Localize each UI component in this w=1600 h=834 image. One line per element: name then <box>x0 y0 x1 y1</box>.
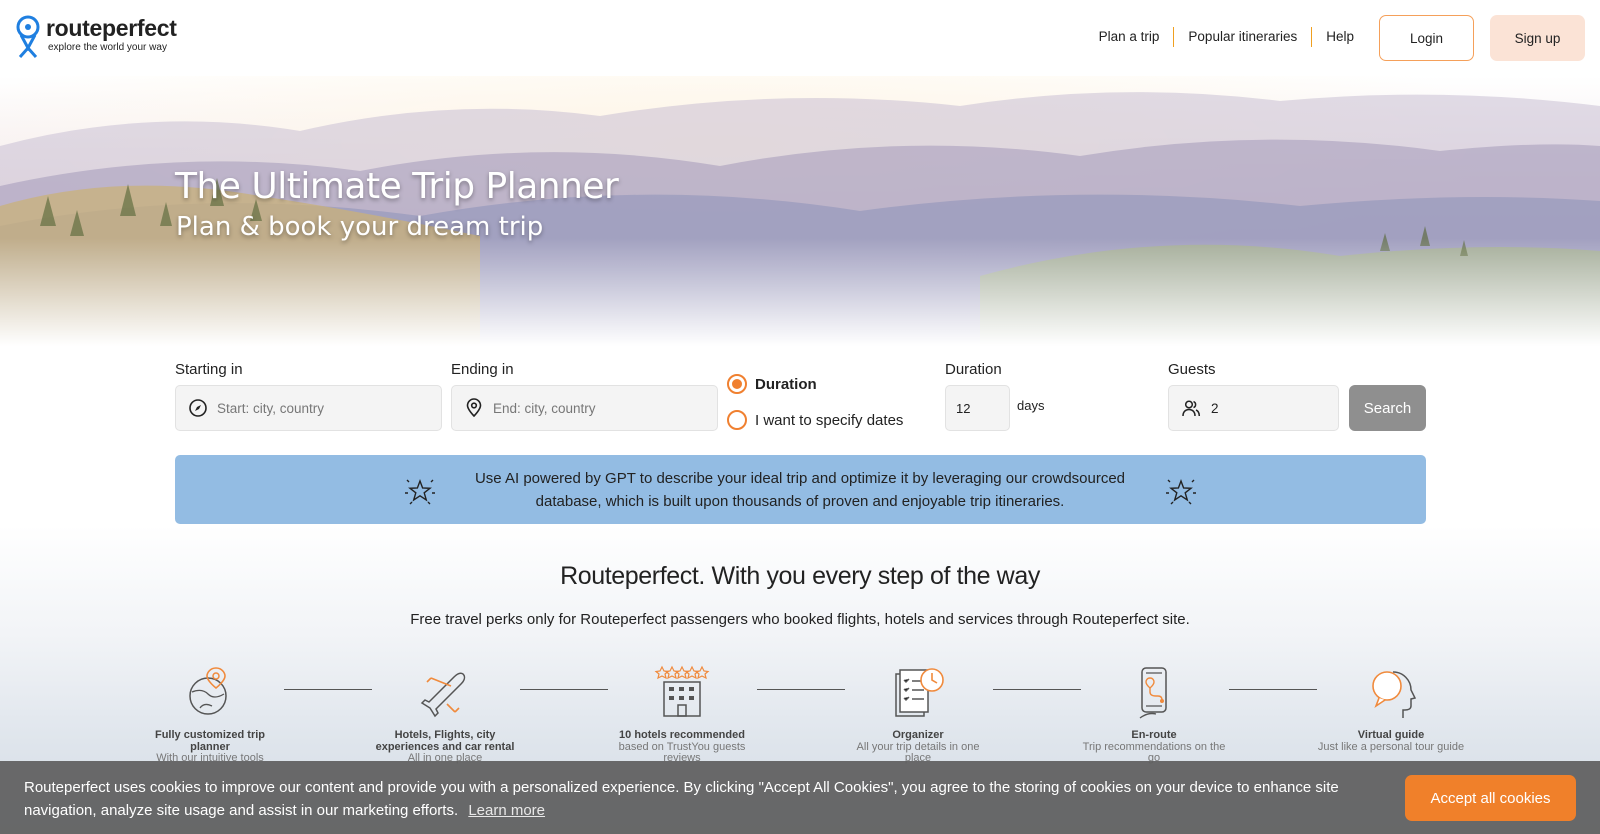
end-location-placeholder: End: city, country <box>493 400 596 416</box>
cookie-message: Routeperfect uses cookies to improve our… <box>24 779 1339 819</box>
learn-more-link[interactable]: Learn more <box>468 802 545 819</box>
perk-name: 10 hotels recommended <box>619 729 745 741</box>
end-location-input[interactable]: End: city, country <box>451 385 718 431</box>
perk-name: Virtual guide <box>1357 729 1425 741</box>
duration-unit: days <box>1017 398 1045 413</box>
main-nav: Plan a trip Popular itineraries Help <box>1085 27 1368 47</box>
radio-unselected[interactable] <box>727 410 747 430</box>
perks-title: Routeperfect. With you every step of the… <box>560 562 1040 590</box>
perk-connector-line <box>284 689 372 690</box>
guests-input[interactable]: 2 <box>1168 385 1339 431</box>
duration-input[interactable]: 12 <box>945 385 1010 431</box>
perk-item: Organizer All your trip details in one p… <box>843 664 993 765</box>
start-location-placeholder: Start: city, country <box>217 400 325 416</box>
nav-popular-itineraries[interactable]: Popular itineraries <box>1174 27 1311 47</box>
perk-item: En-route Trip recommendations on the go <box>1079 664 1229 765</box>
accept-cookies-button[interactable]: Accept all cookies <box>1405 775 1576 821</box>
hero-banner: The Ultimate Trip Planner Plan & book yo… <box>0 76 1600 346</box>
perk-item: Fully customized trip planner With our i… <box>135 664 285 765</box>
perk-name: Organizer <box>892 729 944 741</box>
guests-label: Guests <box>1168 361 1216 378</box>
perk-name: Fully customized trip planner <box>154 729 265 753</box>
hero-title: The Ultimate Trip Planner <box>175 166 619 207</box>
start-location-input[interactable]: Start: city, country <box>175 385 442 431</box>
users-icon <box>1182 400 1201 417</box>
sparkle-star-icon <box>1166 478 1196 505</box>
sparkle-star-icon <box>405 478 435 505</box>
perk-item: Hotels, Flights, city experiences and ca… <box>370 664 520 765</box>
mountain-landscape-image <box>0 76 1600 346</box>
phone-route-icon <box>1139 667 1167 719</box>
starting-in-label: Starting in <box>175 361 243 378</box>
site-header: routeperfect explore the world your way … <box>0 0 1600 76</box>
perks-subtitle: Free travel perks only for Routeperfect … <box>410 611 1190 628</box>
perk-name: Hotels, Flights, city experiences and ca… <box>375 729 515 753</box>
duration-radio-label: Duration <box>755 375 817 393</box>
duration-value: 12 <box>956 400 971 416</box>
perk-item: 10 hotels recommended based on TrustYou … <box>607 664 757 765</box>
duration-label: Duration <box>945 361 1002 378</box>
ending-in-label: Ending in <box>451 361 514 378</box>
ai-banner-text: Use AI powered by GPT to describe your i… <box>474 470 1126 510</box>
location-pin-icon <box>16 15 40 58</box>
compass-icon <box>189 399 207 417</box>
guests-value: 2 <box>1211 400 1219 416</box>
perk-description: Just like a personal tour guide <box>1317 740 1465 753</box>
perk-connector-line <box>993 689 1081 690</box>
cookie-banner: Routeperfect uses cookies to improve our… <box>0 761 1600 834</box>
logo-name: routeperfect <box>46 15 177 41</box>
perk-connector-line <box>757 689 845 690</box>
map-pin-icon <box>466 398 482 418</box>
perk-connector-line <box>520 689 608 690</box>
logo[interactable]: routeperfect explore the world your way <box>14 15 177 59</box>
organizer-clock-icon <box>895 668 944 717</box>
ai-trip-banner[interactable]: Use AI powered by GPT to describe your i… <box>175 455 1426 524</box>
cookie-text-block: Routeperfect uses cookies to improve our… <box>24 776 1364 822</box>
specify-dates-radio-option[interactable]: I want to specify dates <box>727 410 903 430</box>
nav-plan-a-trip[interactable]: Plan a trip <box>1085 27 1174 47</box>
perk-connector-line <box>1229 689 1317 690</box>
globe-pin-icon <box>189 667 227 715</box>
hotel-stars-icon <box>654 665 710 717</box>
nav-help[interactable]: Help <box>1312 27 1368 47</box>
duration-radio-option[interactable]: Duration <box>727 374 817 394</box>
hero-subtitle: Plan & book your dream trip <box>176 212 544 242</box>
radio-selected[interactable] <box>727 374 747 394</box>
perk-name: En-route <box>1131 729 1177 741</box>
perk-item: Virtual guide Just like a personal tour … <box>1316 664 1466 753</box>
head-bubble-icon <box>1372 671 1417 718</box>
login-button[interactable]: Login <box>1379 15 1474 61</box>
signup-button[interactable]: Sign up <box>1490 15 1585 61</box>
search-button[interactable]: Search <box>1349 385 1426 431</box>
airplane-icon <box>420 672 466 718</box>
logo-tagline: explore the world your way <box>48 42 167 53</box>
specify-dates-radio-label: I want to specify dates <box>755 411 904 429</box>
